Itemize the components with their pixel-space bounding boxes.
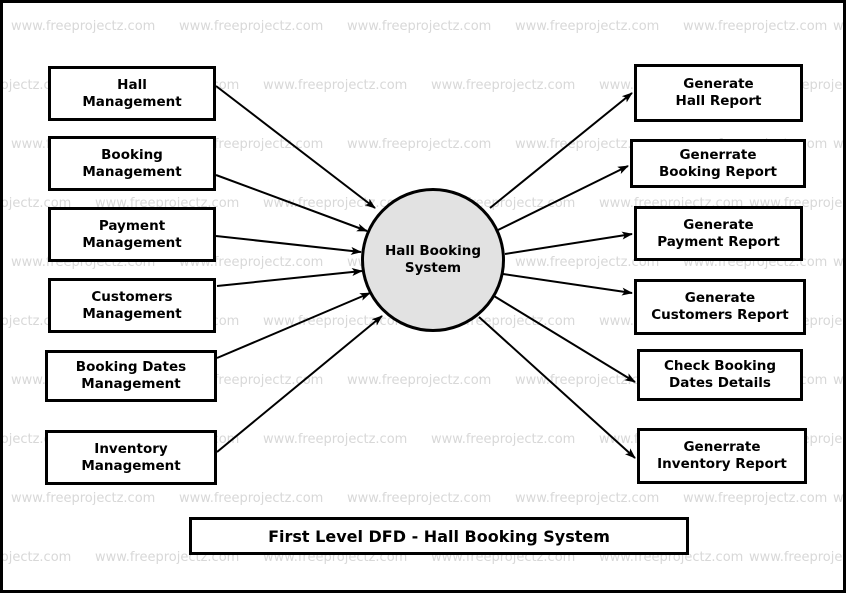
entity-label: Generrate Inventory Report [657, 439, 787, 472]
entity-label: Generate Customers Report [651, 290, 789, 323]
entity-label: Payment Management [82, 217, 182, 251]
entity-payment-management[interactable]: Payment Management [48, 207, 216, 262]
entity-label: Generrate Booking Report [658, 146, 778, 180]
entity-generrate-booking-report[interactable]: Generrate Booking Report [630, 139, 806, 188]
entity-label: Generate Hall Report [675, 76, 762, 109]
entity-check-booking-dates-details[interactable]: Check Booking Dates Details [637, 349, 803, 401]
entity-label: Booking Dates Management [75, 359, 187, 392]
entity-generate-payment-report[interactable]: Generate Payment Report [634, 206, 803, 261]
entity-booking-dates-management[interactable]: Booking Dates Management [45, 350, 217, 402]
entity-label: Customers Management [82, 288, 182, 322]
entity-label: Booking Management [82, 146, 182, 180]
entity-label: Inventory Management [81, 440, 181, 474]
entity-label: Check Booking Dates Details [663, 358, 777, 391]
diagram-caption: First Level DFD - Hall Booking System [189, 517, 689, 555]
entity-hall-management[interactable]: Hall Management [48, 66, 216, 121]
entity-customers-management[interactable]: Customers Management [48, 278, 216, 333]
entity-label: Hall Management [82, 76, 182, 110]
dfd-nodes-layer: Hall Management Booking Management Payment… [3, 3, 843, 590]
dfd-diagram-canvas: www.freeprojectz.com www.freeprojectz.com… [0, 0, 846, 593]
entity-inventory-management[interactable]: Inventory Management [45, 430, 217, 485]
process-hall-booking-system[interactable]: Hall Booking System [361, 188, 505, 332]
entity-booking-management[interactable]: Booking Management [48, 136, 216, 191]
process-label: Hall Booking System [384, 243, 482, 276]
entity-generate-hall-report[interactable]: Generate Hall Report [634, 64, 803, 122]
entity-generrate-inventory-report[interactable]: Generrate Inventory Report [637, 428, 807, 484]
caption-label: First Level DFD - Hall Booking System [268, 526, 610, 546]
entity-generate-customers-report[interactable]: Generate Customers Report [634, 279, 806, 335]
entity-label: Generate Payment Report [657, 216, 780, 250]
